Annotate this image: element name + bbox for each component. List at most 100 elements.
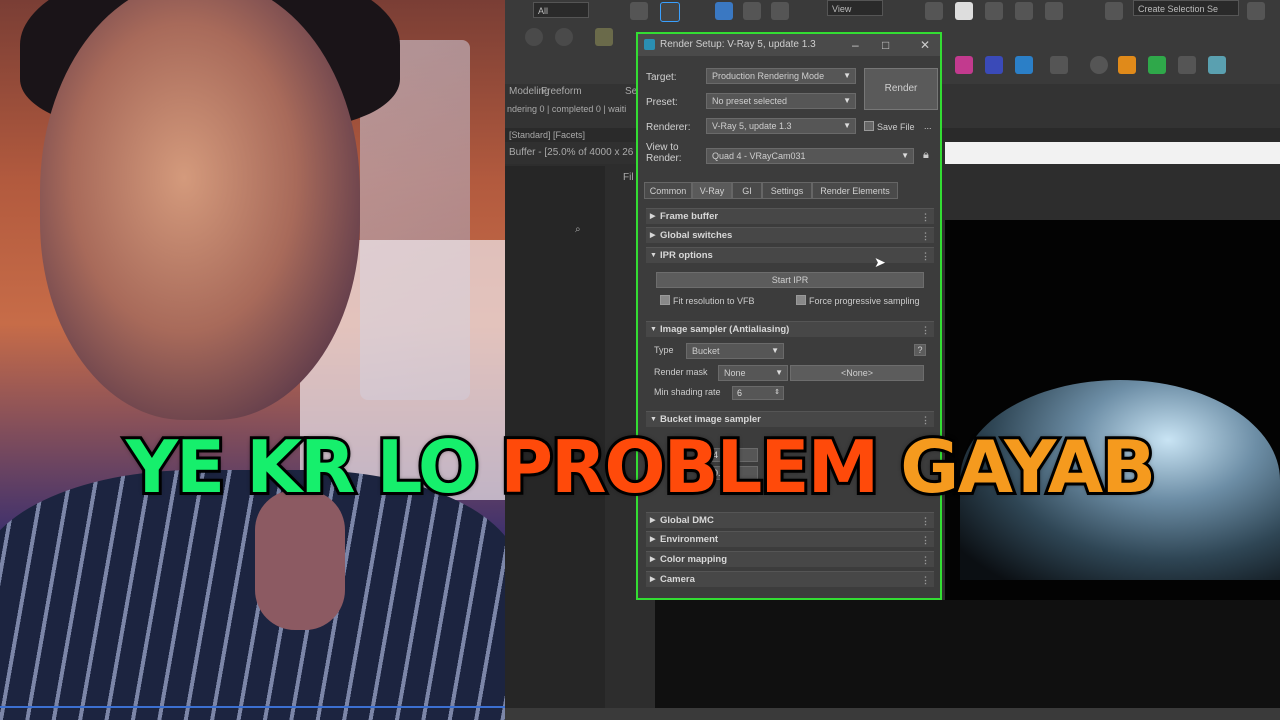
keyboard-shortcut-icon[interactable] [955, 2, 973, 20]
render-button[interactable]: Render [864, 68, 938, 110]
dialog-titlebar[interactable]: Render Setup: V-Ray 5, update 1.3 – □ ✕ [638, 34, 940, 56]
rollout-handle-icon: ⋮ [921, 555, 930, 565]
target-dropdown[interactable]: Production Rendering Mode ▼ [706, 68, 856, 84]
tools-icon[interactable] [1178, 56, 1196, 74]
min-shading-rate-spinner[interactable]: 6 ⇕ [732, 386, 784, 400]
schematic-view-icon[interactable] [555, 28, 573, 46]
reference-coordinate-dropdown[interactable]: View [827, 0, 883, 16]
spinner-snap-icon[interactable] [1045, 2, 1063, 20]
save-file-browse-button[interactable]: ... [924, 121, 932, 131]
expand-arrow-icon: ▶ [650, 536, 656, 543]
sampler-help-button[interactable]: ? [914, 344, 926, 356]
ribbon-tab-freeform[interactable]: Freeform [541, 86, 582, 97]
view-label-line2: Render: [646, 153, 682, 164]
rollout-handle-icon: ⋮ [921, 231, 930, 241]
rollout-global-switches[interactable]: ▶ Global switches ⋮ [646, 227, 934, 243]
min-shading-rate-label: Min shading rate [654, 387, 721, 397]
target-value: Production Rendering Mode [712, 71, 825, 81]
percent-snap-icon[interactable] [1015, 2, 1033, 20]
preset-label: Preset: [646, 97, 678, 108]
render-setup-icon[interactable] [985, 56, 1003, 74]
rollout-handle-icon: ⋮ [921, 212, 930, 222]
collapse-arrow-icon: ▼ [650, 326, 657, 333]
renderer-dropdown[interactable]: V-Ray 5, update 1.3 ▼ [706, 118, 856, 134]
forest-pack-icon[interactable] [1118, 56, 1136, 74]
lock-icon[interactable]: 🔒︎ [923, 149, 929, 162]
renderer-label: Renderer: [646, 122, 691, 133]
tree-icon[interactable] [1148, 56, 1166, 74]
force-progressive-checkbox[interactable]: Force progressive sampling [796, 295, 920, 306]
rollout-environment[interactable]: ▶ Environment ⋮ [646, 531, 934, 547]
rollout-handle-icon: ⋮ [921, 251, 930, 261]
minimize-icon[interactable]: – [852, 34, 859, 56]
start-ipr-button[interactable]: Start IPR [656, 272, 924, 288]
tab-gi[interactable]: GI [732, 182, 762, 199]
tab-settings[interactable]: Settings [762, 182, 812, 199]
render-mask-value: None [724, 368, 746, 378]
rollout-color-mapping[interactable]: ▶ Color mapping ⋮ [646, 551, 934, 567]
renderer-value: V-Ray 5, update 1.3 [712, 121, 792, 131]
expand-arrow-icon: ▶ [650, 213, 656, 220]
selection-filter-dropdown[interactable]: All [533, 2, 589, 18]
select-region-icon[interactable] [660, 2, 680, 22]
select-object-icon[interactable] [630, 2, 648, 20]
teapot-icon[interactable] [595, 28, 613, 46]
edit-named-selection-icon[interactable] [1105, 2, 1123, 20]
vfb-strip [945, 142, 1280, 164]
save-file-checkbox[interactable]: Save File [864, 121, 915, 132]
snap-toggle-icon[interactable] [925, 2, 943, 20]
render-mask-object-button[interactable]: <None> [790, 365, 924, 381]
rollout-environment-label: Environment [660, 534, 719, 545]
rollout-image-sampler-label: Image sampler (Antialiasing) [660, 324, 790, 335]
named-selection-dropdown[interactable]: Create Selection Se [1133, 0, 1239, 16]
help-icon[interactable] [1090, 56, 1108, 74]
view-label-line1: View to [646, 142, 679, 153]
render-status-text: ndering 0 | completed 0 | waiti [507, 104, 627, 114]
rollout-handle-icon: ⋮ [921, 535, 930, 545]
view-to-render-dropdown[interactable]: Quad 4 - VRayCam031 ▼ [706, 148, 914, 164]
search-icon[interactable]: ⌕ [575, 224, 581, 235]
render-production-icon[interactable] [1050, 56, 1068, 74]
rollout-global-switches-label: Global switches [660, 230, 733, 241]
panel-label: Fil [623, 172, 634, 183]
move-icon[interactable] [715, 2, 733, 20]
caption-part-2: PROBLEM [497, 422, 882, 512]
rollout-camera[interactable]: ▶ Camera ⋮ [646, 571, 934, 587]
sampler-type-dropdown[interactable]: Bucket ▼ [686, 343, 784, 359]
app-logo-icon [644, 39, 655, 50]
material-editor-icon[interactable] [955, 56, 973, 74]
angle-snap-icon[interactable] [985, 2, 1003, 20]
rollout-frame-buffer[interactable]: ▶ Frame buffer ⋮ [646, 208, 934, 224]
maximize-icon[interactable]: □ [882, 34, 889, 56]
panel-icon[interactable] [1208, 56, 1226, 74]
rollout-ipr-options[interactable]: ▼ IPR options ⋮ [646, 247, 934, 263]
chevron-down-icon: ▼ [775, 368, 783, 377]
rollout-frame-buffer-label: Frame buffer [660, 211, 719, 222]
fit-resolution-checkbox[interactable]: Fit resolution to VFB [660, 295, 755, 306]
curve-editor-icon[interactable] [525, 28, 543, 46]
caption-part-1: YE KR LO [123, 422, 482, 512]
mouse-cursor-icon: ➤ [874, 254, 886, 270]
scale-icon[interactable] [771, 2, 789, 20]
force-progressive-label: Force progressive sampling [809, 296, 920, 306]
rotate-icon[interactable] [743, 2, 761, 20]
render-mask-dropdown[interactable]: None ▼ [718, 365, 788, 381]
tab-render-elements[interactable]: Render Elements [812, 182, 898, 199]
tab-common[interactable]: Common [644, 182, 692, 199]
expand-arrow-icon: ▶ [650, 576, 656, 583]
preset-value: No preset selected [712, 96, 788, 106]
preset-dropdown[interactable]: No preset selected ▼ [706, 93, 856, 109]
mirror-icon[interactable] [1247, 2, 1265, 20]
fit-resolution-label: Fit resolution to VFB [673, 296, 755, 306]
spinner-arrows-icon: ⇕ [774, 389, 780, 396]
tab-vray[interactable]: V-Ray [692, 182, 732, 199]
rollout-handle-icon: ⋮ [921, 325, 930, 335]
close-icon[interactable]: ✕ [920, 34, 930, 56]
sampler-type-value: Bucket [692, 346, 720, 356]
save-file-label: Save File [877, 122, 915, 132]
rollout-image-sampler[interactable]: ▼ Image sampler (Antialiasing) ⋮ [646, 321, 934, 337]
vfb-window-title: Buffer - [25.0% of 4000 x 26 [505, 142, 644, 164]
rendered-frame-window-icon[interactable] [1015, 56, 1033, 74]
collapse-arrow-icon: ▼ [650, 252, 657, 259]
caption-part-3: GAYAB [897, 422, 1159, 512]
